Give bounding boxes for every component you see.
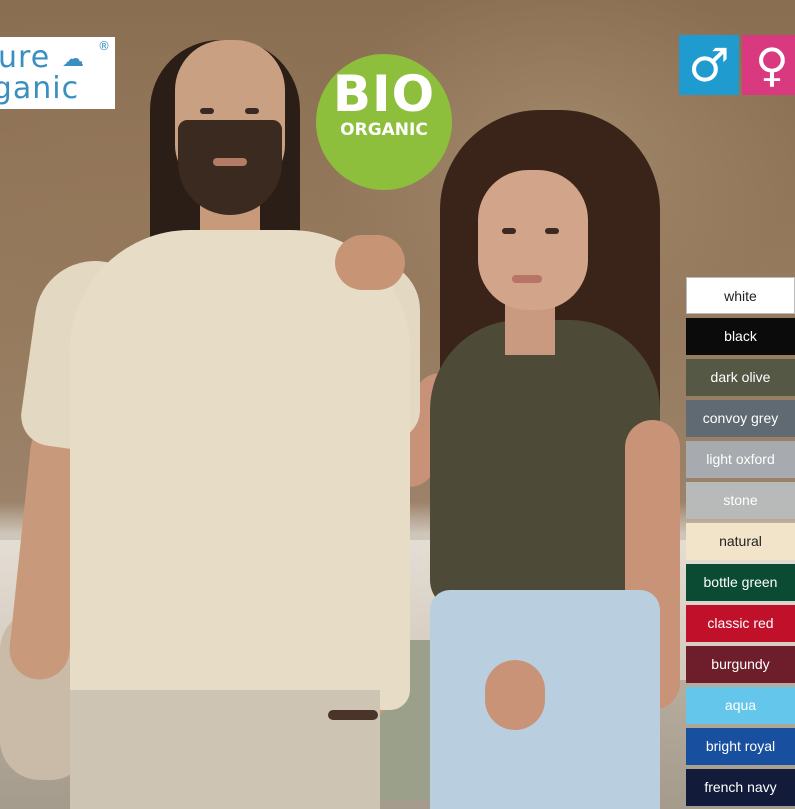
color-swatch-stone[interactable]: stone (686, 482, 795, 519)
man-natural-tshirt (70, 230, 410, 710)
pure-organic-text-line1: ure (0, 40, 51, 75)
color-swatch-light-oxford[interactable]: light oxford (686, 441, 795, 478)
woman-eye-left (502, 228, 516, 234)
man-eye-left (200, 108, 214, 114)
bio-organic-badge: BIO ORGANIC (316, 54, 452, 190)
woman-hand (485, 660, 545, 730)
man-bracelet (328, 710, 378, 720)
color-swatch-natural[interactable]: natural (686, 523, 795, 560)
female-icon: ♀ (742, 35, 795, 95)
pure-organic-text-line2: rganic (0, 71, 80, 106)
man-eye-right (245, 108, 259, 114)
color-swatch-list: white black dark olive convoy grey light… (686, 277, 795, 809)
man-mouth (213, 158, 247, 166)
man-pants (70, 690, 380, 809)
product-photo: ure ☁ ® rganic BIO ORGANIC ♂ ♀ white bla… (0, 0, 795, 809)
color-swatch-aqua[interactable]: aqua (686, 687, 795, 724)
color-swatch-dark-olive[interactable]: dark olive (686, 359, 795, 396)
color-swatch-white[interactable]: white (686, 277, 795, 314)
color-swatch-convoy-grey[interactable]: convoy grey (686, 400, 795, 437)
pure-organic-logo: ure ☁ ® rganic (0, 37, 115, 109)
cotton-icon: ☁ (62, 47, 84, 72)
woman-jeans (430, 590, 660, 809)
woman-mouth (512, 275, 542, 283)
bio-badge-main-text: BIO (332, 65, 436, 123)
color-swatch-bright-royal[interactable]: bright royal (686, 728, 795, 765)
color-swatch-burgundy[interactable]: burgundy (686, 646, 795, 683)
male-icon: ♂ (679, 35, 739, 95)
color-swatch-bottle-green[interactable]: bottle green (686, 564, 795, 601)
registered-mark: ® (98, 39, 110, 53)
woman-eye-right (545, 228, 559, 234)
woman-face (478, 170, 588, 310)
woman-hand-on-shoulder (335, 235, 405, 290)
bio-badge-sub-text: ORGANIC (340, 120, 428, 140)
color-swatch-french-navy[interactable]: french navy (686, 769, 795, 806)
color-swatch-classic-red[interactable]: classic red (686, 605, 795, 642)
color-swatch-black[interactable]: black (686, 318, 795, 355)
